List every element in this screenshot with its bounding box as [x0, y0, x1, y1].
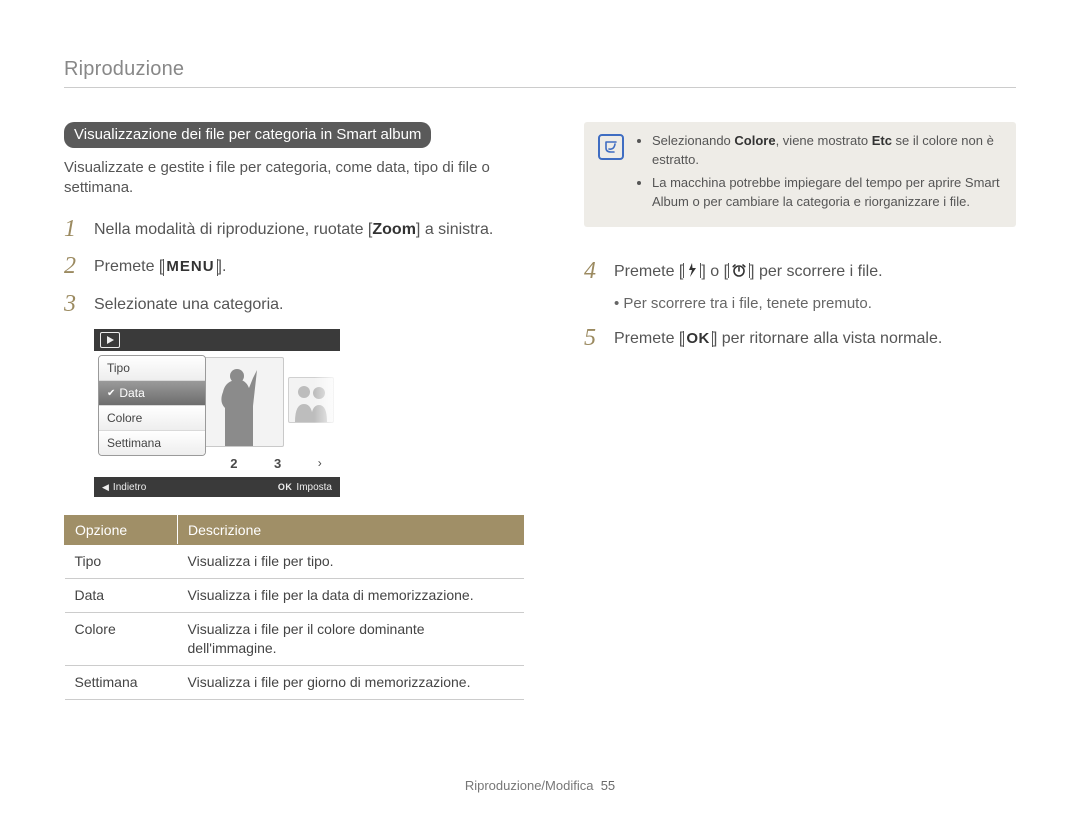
section-rule [64, 87, 1016, 88]
step-1-pre: Nella modalità di riproduzione, ruotate … [94, 221, 372, 238]
table-cell: Settimana [65, 665, 178, 699]
table-header-option: Opzione [65, 516, 178, 545]
step-3-text: Selezionate una categoria. [94, 292, 283, 318]
device-bottom-bar: ◀ Indietro OK Imposta [94, 477, 340, 497]
flash-icon [683, 263, 701, 278]
ok-button-label: OK [683, 331, 713, 348]
thumb-index: 3 [274, 456, 281, 471]
note-text: Selezionando [652, 133, 734, 148]
footer-text: Riproduzione/Modifica [465, 778, 594, 793]
category-menu-item-label: Data [119, 386, 144, 400]
thumbnail-large [194, 357, 284, 447]
table-cell: Visualizza i file per tipo. [178, 545, 524, 579]
step-number: 2 [64, 254, 88, 278]
section-title: Riproduzione [64, 58, 1016, 81]
step-2: 2 Premete [MENU]. [64, 254, 524, 280]
note-box: Selezionando Colore, viene mostrato Etc … [584, 122, 1016, 227]
category-menu-item[interactable]: Settimana [99, 431, 205, 455]
step-2-post: ]. [218, 258, 227, 275]
table-row: Colore Visualizza i file per il colore d… [65, 613, 524, 666]
table-header-description: Descrizione [178, 516, 524, 545]
set-label: Imposta [296, 482, 332, 493]
note-text: , viene mostrato [776, 133, 872, 148]
left-column: Visualizzazione dei file per categoria i… [64, 122, 524, 700]
step-5-pre: Premete [ [614, 330, 683, 347]
triangle-left-icon: ◀ [102, 482, 109, 493]
self-timer-icon [728, 263, 750, 278]
chevron-right-icon: › [318, 456, 322, 470]
ok-icon-label: OK [278, 482, 293, 492]
step-5: 5 Premete [OK] per ritornare alla vista … [584, 326, 1016, 352]
device-body: Tipo ✔ Data Colore Settimana [94, 351, 340, 477]
step-4: 4 Premete [ ] o [ ] per scorrere i file. [584, 259, 1016, 285]
page-number: 55 [601, 778, 615, 793]
menu-button-label: MENU [163, 259, 217, 276]
table-row: Tipo Visualizza i file per tipo. [65, 545, 524, 579]
note-bold: Etc [872, 133, 892, 148]
table-row: Data Visualizza i file per la data di me… [65, 579, 524, 613]
subsection-pill: Visualizzazione dei file per categoria i… [64, 122, 431, 148]
step-4-sub: • Per scorrere tra i file, tenete premut… [614, 295, 1016, 312]
step-number: 5 [584, 326, 608, 350]
table-row: Settimana Visualizza i file per giorno d… [65, 665, 524, 699]
step-2-pre: Premete [ [94, 258, 163, 275]
step-5-post: ] per ritornare alla vista normale. [713, 330, 942, 347]
fade-right [314, 351, 340, 451]
note-icon [598, 134, 624, 160]
page-footer: Riproduzione/Modifica 55 [0, 778, 1080, 793]
intro-text: Visualizzate e gestite i file per catego… [64, 158, 524, 199]
step-3: 3 Selezionate una categoria. [64, 292, 524, 318]
step-4-mid: ] o [ [701, 263, 728, 280]
category-menu-item[interactable]: Tipo [99, 356, 205, 381]
step-4-pre: Premete [ [614, 263, 683, 280]
options-table: Opzione Descrizione Tipo Visualizza i fi… [64, 515, 524, 699]
step-1-post: ] a sinistra. [416, 221, 493, 238]
category-menu-item-selected[interactable]: ✔ Data [99, 381, 205, 406]
table-cell: Colore [65, 613, 178, 666]
category-menu-item[interactable]: Colore [99, 406, 205, 431]
note-item: Selezionando Colore, viene mostrato Etc … [652, 132, 1002, 170]
step-number: 1 [64, 217, 88, 241]
zoom-label: Zoom [372, 221, 416, 238]
table-cell: Data [65, 579, 178, 613]
step-1: 1 Nella modalità di riproduzione, ruotat… [64, 217, 524, 243]
table-cell: Visualizza i file per giorno di memorizz… [178, 665, 524, 699]
device-top-bar [94, 329, 340, 351]
step-4-post: ] per scorrere i file. [750, 263, 882, 280]
table-cell: Tipo [65, 545, 178, 579]
note-item: La macchina potrebbe impiegare del tempo… [652, 174, 1002, 212]
back-label: Indietro [113, 482, 146, 493]
table-cell: Visualizza i file per la data di memoriz… [178, 579, 524, 613]
note-bold: Colore [734, 133, 775, 148]
table-cell: Visualizza i file per il colore dominant… [178, 613, 524, 666]
checkmark-icon: ✔ [107, 388, 115, 399]
thumb-index: 2 [230, 456, 237, 471]
device-screenshot: Tipo ✔ Data Colore Settimana [94, 329, 340, 497]
step-number: 3 [64, 292, 88, 316]
right-column: Selezionando Colore, viene mostrato Etc … [584, 122, 1016, 700]
playback-mode-icon [100, 332, 120, 348]
category-menu: Tipo ✔ Data Colore Settimana [98, 355, 206, 456]
step-number: 4 [584, 259, 608, 283]
